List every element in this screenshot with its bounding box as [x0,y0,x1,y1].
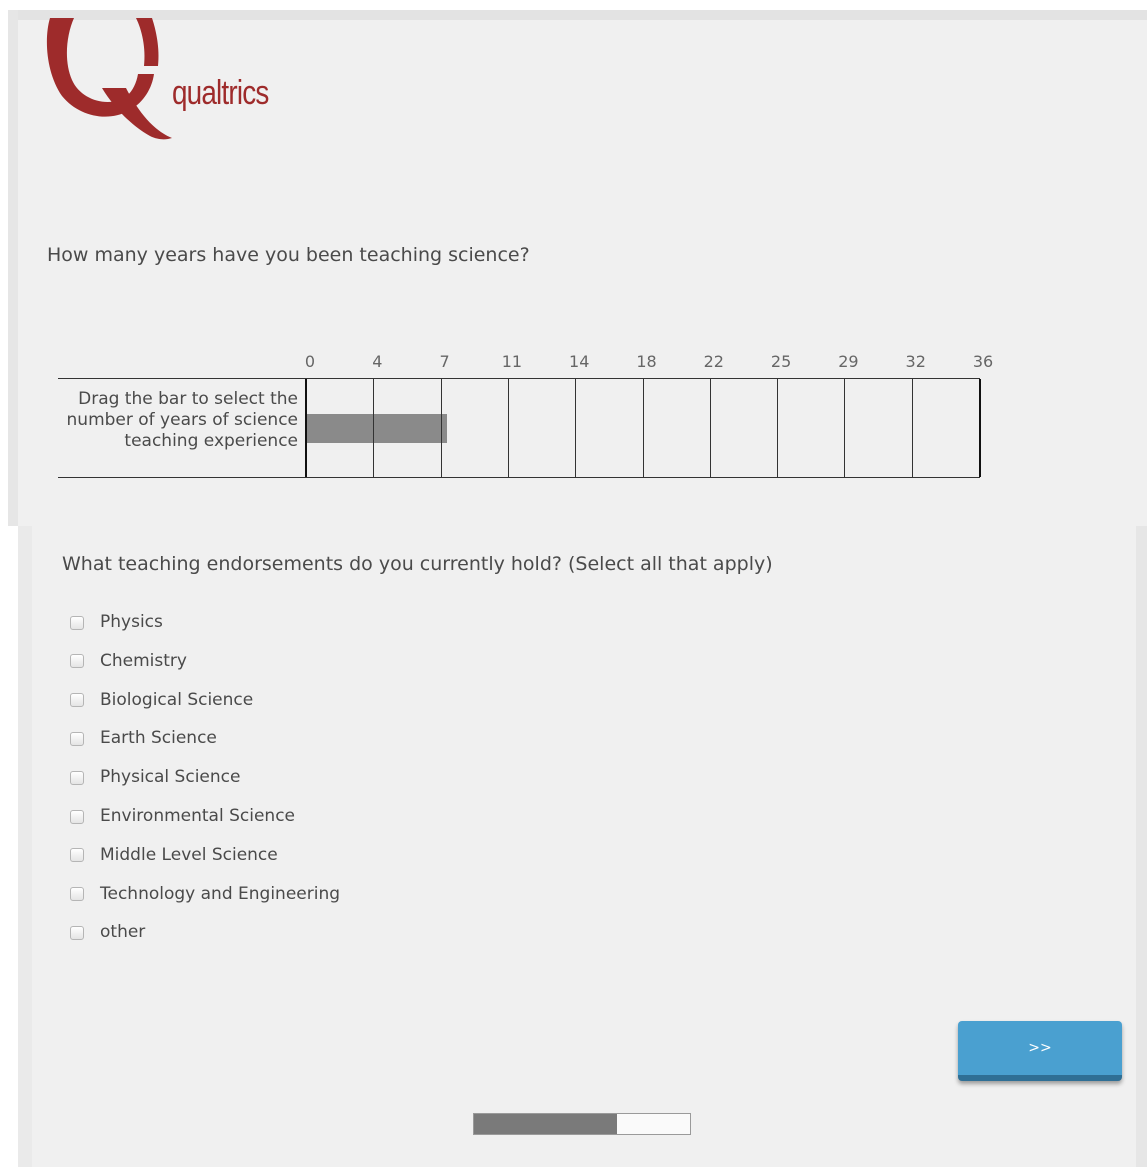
slider-grid-line [979,379,981,477]
slider-tick-label: 4 [372,352,383,371]
slider-grid-line [373,379,375,477]
endorsement-option[interactable]: other [70,920,470,944]
brand-wordmark: qualtrics [172,74,269,112]
progress-bar [473,1113,691,1135]
question-years-text: How many years have you been teaching sc… [47,244,530,266]
frame-edge [18,526,32,1167]
qualtrics-logo: qualtrics [40,18,310,148]
slider-grid-line [709,379,711,477]
option-label: Physical Science [100,767,241,788]
endorsement-option[interactable]: Physics [70,610,470,634]
next-button[interactable]: >> [958,1021,1122,1081]
slider-tick-label: 14 [569,352,590,371]
option-label: Chemistry [100,650,187,671]
slider-grid-line [575,379,577,477]
checkbox[interactable] [70,731,84,746]
option-label: Biological Science [100,689,254,710]
option-label: other [100,922,146,943]
checkbox[interactable] [70,887,84,902]
checkbox[interactable] [70,693,84,708]
slider-grid-line [844,379,846,477]
slider-grid-line [440,379,442,477]
slider-grid-line [777,379,779,477]
slider-tick-label: 11 [501,352,523,371]
slider-tick-label: 29 [838,352,859,371]
frame-edge [8,10,18,526]
checkbox[interactable] [70,615,84,630]
checkbox[interactable] [70,925,84,940]
slider-tick-label: 0 [304,352,316,371]
option-label: Technology and Engineering [100,883,341,904]
slider-tick-label: 22 [703,352,724,371]
endorsement-option[interactable]: Technology and Engineering [70,882,470,906]
frame-edge [1136,526,1147,1167]
slider-statement: Drag the bar to select the number of yea… [66,389,298,451]
endorsement-option[interactable]: Biological Science [70,688,470,712]
option-label: Environmental Science [100,806,295,826]
slider-tick-label: 36 [972,352,994,371]
endorsement-option[interactable]: Middle Level Science [70,843,470,867]
option-label: Earth Science [100,728,217,749]
slider-grid-line [642,379,644,477]
endorsement-option[interactable]: Earth Science [70,726,470,750]
slider-grid-line [911,379,913,477]
endorsement-option[interactable]: Physical Science [70,765,470,789]
checkbox[interactable] [70,809,84,824]
checkbox[interactable] [70,848,84,863]
checkbox[interactable] [70,654,84,669]
slider-tick-label: 18 [636,352,657,371]
slider-tick-label: 25 [770,352,792,371]
slider-tick-label: 32 [905,352,926,371]
option-label: Middle Level Science [100,844,278,865]
option-label: Physics [100,612,163,632]
endorsement-option[interactable]: Environmental Science [70,804,470,828]
slider-tick-label: 7 [439,352,450,371]
slider-grid-line [305,379,307,477]
years-slider: Drag the bar to select the number of yea… [58,378,981,478]
q-mark-icon [46,18,172,140]
progress-fill [474,1114,617,1134]
slider-bar-handle[interactable] [306,414,447,443]
slider-grid-line [507,379,509,477]
slider-scale-labels: 0 4 7 11 14 18 22 25 29 32 36 [0,352,1147,374]
endorsement-option[interactable]: Chemistry [70,649,470,673]
question-endorsements-text: What teaching endorsements do you curren… [62,553,773,575]
checkbox[interactable] [70,770,84,785]
